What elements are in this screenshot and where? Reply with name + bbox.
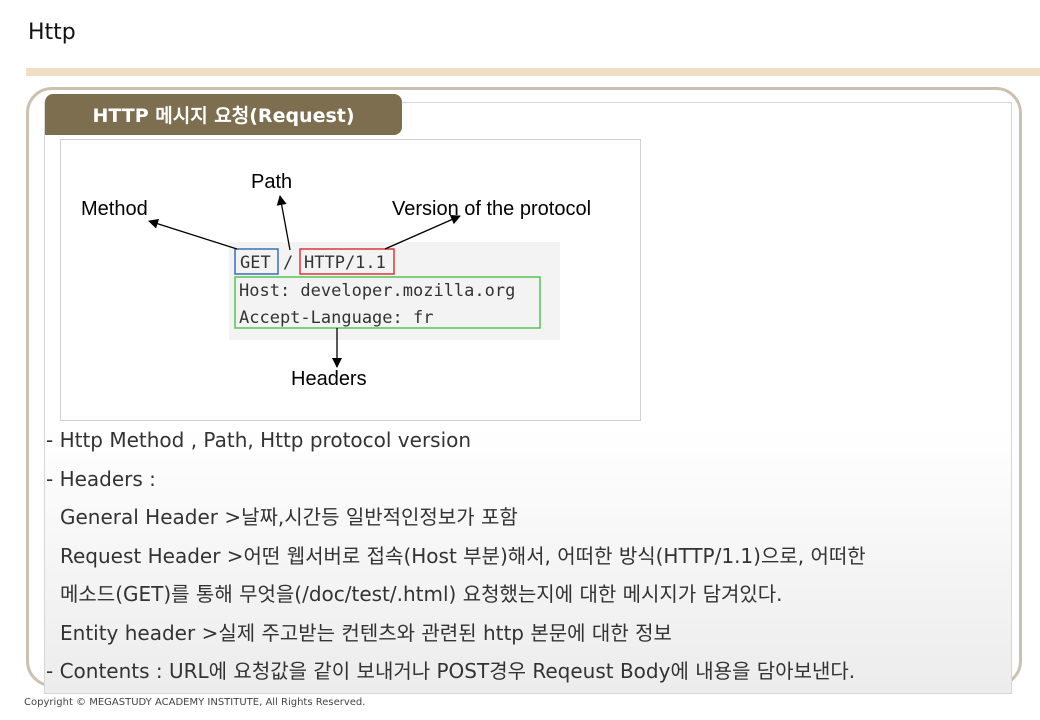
method-label: Method <box>81 198 148 220</box>
header-line-host: Host: developer.mozilla.org <box>239 281 515 301</box>
http-request-diagram: GET / HTTP/1.1 Host: developer.mozilla.o… <box>60 139 641 421</box>
page-title: Http <box>28 20 76 45</box>
section-tab-label: HTTP 메시지 요청(Request) <box>92 105 355 127</box>
request-method-code: GET <box>240 253 271 273</box>
request-header-text-continued: 메소드(GET)를 통해 무엇을(/doc/test/.html) 요청했는지에… <box>60 582 783 606</box>
explanation-text: - Http Method , Path, Http protocol vers… <box>46 424 1006 694</box>
version-label: Version of the protocol <box>392 198 591 220</box>
request-header-text: Request Header >어떤 웹서버로 접속(Host 부분)해서, 어… <box>60 543 866 568</box>
bullet-http-method: - Http Method , Path, Http protocol vers… <box>46 428 472 452</box>
request-path-code: / <box>283 253 293 273</box>
path-label: Path <box>251 171 292 193</box>
headers-label: Headers <box>291 368 367 390</box>
method-arrow <box>148 218 238 250</box>
copyright-footer: Copyright © MEGASTUDY ACADEMY INSTITUTE,… <box>24 697 366 708</box>
path-arrow <box>276 195 291 251</box>
bullet-contents: - Contents : URL에 요청값을 같이 보내거나 POST경우 Re… <box>46 659 856 683</box>
entity-header-text: Entity header >실제 주고받는 컨텐츠와 관련된 http 본문에… <box>60 620 672 645</box>
general-header-text: General Header >날짜,시간등 일반적인정보가 포함 <box>60 505 518 529</box>
bullet-headers: - Headers : <box>46 466 156 491</box>
header-line-accept-language: Accept-Language: fr <box>239 308 433 328</box>
title-divider <box>26 68 1040 76</box>
diagram-svg: GET / HTTP/1.1 Host: developer.mozilla.o… <box>81 171 591 390</box>
request-version-code: HTTP/1.1 <box>304 253 386 273</box>
section-tab: HTTP 메시지 요청(Request) <box>45 94 402 135</box>
